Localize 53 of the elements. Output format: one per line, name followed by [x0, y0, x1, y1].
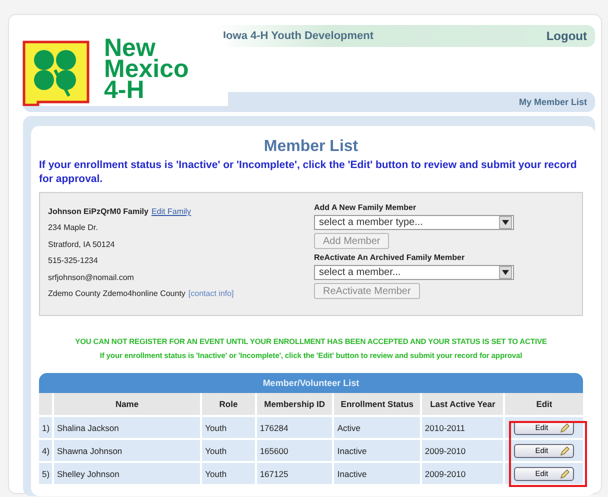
column-header: Last Active Year: [422, 393, 506, 415]
column-header: Role: [202, 393, 257, 415]
pencil-icon: [560, 422, 570, 432]
county-name: Zdemo County Zdemo4honline County: [48, 289, 186, 298]
logo-text: Mexico: [104, 59, 189, 80]
notice-text: If your enrollment status is 'Inactive' or 'Incomplete', click the 'Edit' button to review and submit your record for approval.: [39, 158, 578, 186]
table-cell: 167125: [256, 463, 334, 484]
table-cell: Shawna Johnson: [54, 440, 202, 461]
logo-text: 4-H: [104, 80, 144, 101]
table-cell: 165600: [256, 440, 334, 461]
pencil-icon: [560, 468, 570, 478]
member-select[interactable]: select a member...: [314, 265, 514, 280]
table-cell: Youth: [202, 463, 257, 484]
column-header: Edit: [535, 398, 554, 411]
site-title: Iowa 4-H Youth Development: [223, 30, 374, 42]
logout-link[interactable]: Logout: [546, 29, 587, 43]
table-cell: Inactive: [334, 463, 422, 484]
contact-info-link[interactable]: [contact info]: [188, 289, 234, 298]
family-info: 234 Maple Dr.: [48, 223, 98, 232]
column-header: Enrollment Status: [334, 393, 422, 415]
table-cell: Youth: [202, 417, 257, 438]
family-name: Johnson EiPzQrM0 Family: [48, 206, 148, 216]
row-number: 4): [39, 440, 54, 461]
pencil-icon: [560, 446, 570, 456]
table-cell: Active: [334, 417, 422, 438]
reactivate-member-button[interactable]: ReActivate Member: [314, 283, 420, 299]
table-cell: Youth: [202, 440, 257, 461]
member-list-link[interactable]: My Member List: [518, 97, 587, 107]
reactivate-label: ReActivate An Archived Family Member: [314, 253, 466, 264]
table-cell: 176284: [256, 417, 334, 438]
table-cell: Shalina Jackson: [54, 417, 202, 438]
dropdown-icon: [499, 266, 512, 279]
row-number: 1): [39, 417, 54, 438]
table-cell: Shelley Johnson: [54, 463, 202, 484]
row-number: 5): [39, 463, 54, 484]
family-info: Stratford, IA 50124: [48, 240, 115, 249]
clover-state-icon: [22, 40, 92, 106]
family-info: 515-325-1234: [48, 256, 98, 266]
table-cell: 2010-2011: [422, 417, 506, 438]
edit-family-link[interactable]: Edit Family: [151, 206, 192, 216]
table-cell: 2009-2010: [422, 440, 506, 461]
logo-text: New: [104, 38, 156, 59]
table-title: Member/Volunteer List: [39, 373, 583, 393]
column-header: Membership ID: [256, 393, 334, 415]
add-member-label: Add A New Family Member: [314, 203, 418, 214]
member-type-select[interactable]: select a member type...: [314, 215, 514, 230]
add-member-button[interactable]: Add Member: [314, 233, 390, 249]
family-info: srfjohnson@nomail.com: [48, 272, 134, 282]
table-cell: 2009-2010: [422, 463, 506, 484]
column-header: Name: [54, 393, 202, 415]
table-cell: Inactive: [334, 440, 422, 461]
dropdown-icon: [499, 216, 512, 229]
page-title: Member List: [262, 138, 360, 156]
